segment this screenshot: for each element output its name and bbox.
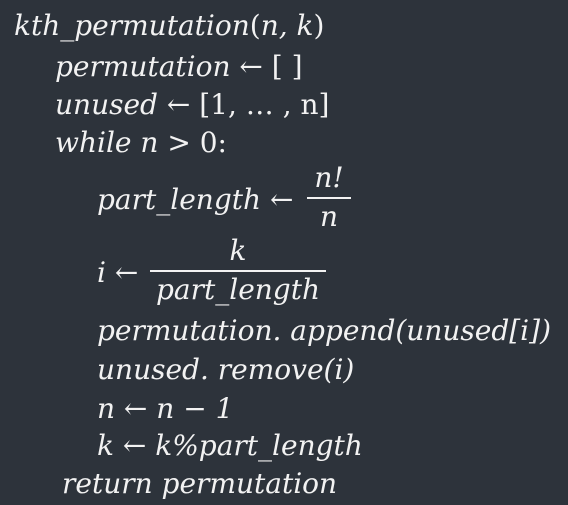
fraction-numerator: k <box>229 234 247 267</box>
i-var: i <box>97 256 106 289</box>
while-keyword: while <box>55 126 132 159</box>
function-name: kth_permutation <box>14 9 250 42</box>
permutation-var: permutation <box>55 50 231 83</box>
function-args: n, k <box>260 9 314 42</box>
fraction-denominator: part_length <box>155 273 321 306</box>
part-length-line: part_length ← <box>97 184 293 216</box>
assign-arrow: ← <box>166 88 191 121</box>
assign-arrow: ← <box>269 183 294 216</box>
unused-var: unused <box>55 88 158 121</box>
remove-line: unused. remove(i) <box>97 353 355 386</box>
i-assign-line: i ← <box>97 257 138 289</box>
function-signature: kth_permutation(n, k) <box>14 10 324 42</box>
part-length-var: part_length <box>97 183 262 216</box>
empty-list: [ ] <box>271 50 303 83</box>
i-fraction: k part_length <box>150 235 326 306</box>
decrement-line: n ← n − 1 <box>97 392 234 425</box>
while-cond-val: 0: <box>199 126 227 159</box>
open-paren: ( <box>249 9 261 42</box>
assign-arrow: ← <box>114 256 139 289</box>
close-paren: ) <box>313 9 325 42</box>
assign-arrow: ← <box>239 50 263 83</box>
return-line: return permutation <box>62 467 338 500</box>
range-list: [1, … , n] <box>199 88 330 121</box>
while-cond-var: n <box>140 126 159 159</box>
append-line: permutation. append(unused[i]) <box>97 314 551 347</box>
unused-init-line: unused ← [1, … , n] <box>55 89 329 121</box>
while-cond-op: > <box>167 126 191 159</box>
fraction-bar <box>307 197 351 199</box>
while-line: while n > 0: <box>55 127 227 159</box>
fraction-bar <box>150 270 326 272</box>
permutation-init-line: permutation ← [ ] <box>55 51 303 83</box>
mod-line: k ← k%part_length <box>97 429 363 462</box>
fraction-denominator: n <box>319 200 339 233</box>
part-length-fraction: n! n <box>307 162 351 233</box>
fraction-numerator: n! <box>314 161 344 194</box>
